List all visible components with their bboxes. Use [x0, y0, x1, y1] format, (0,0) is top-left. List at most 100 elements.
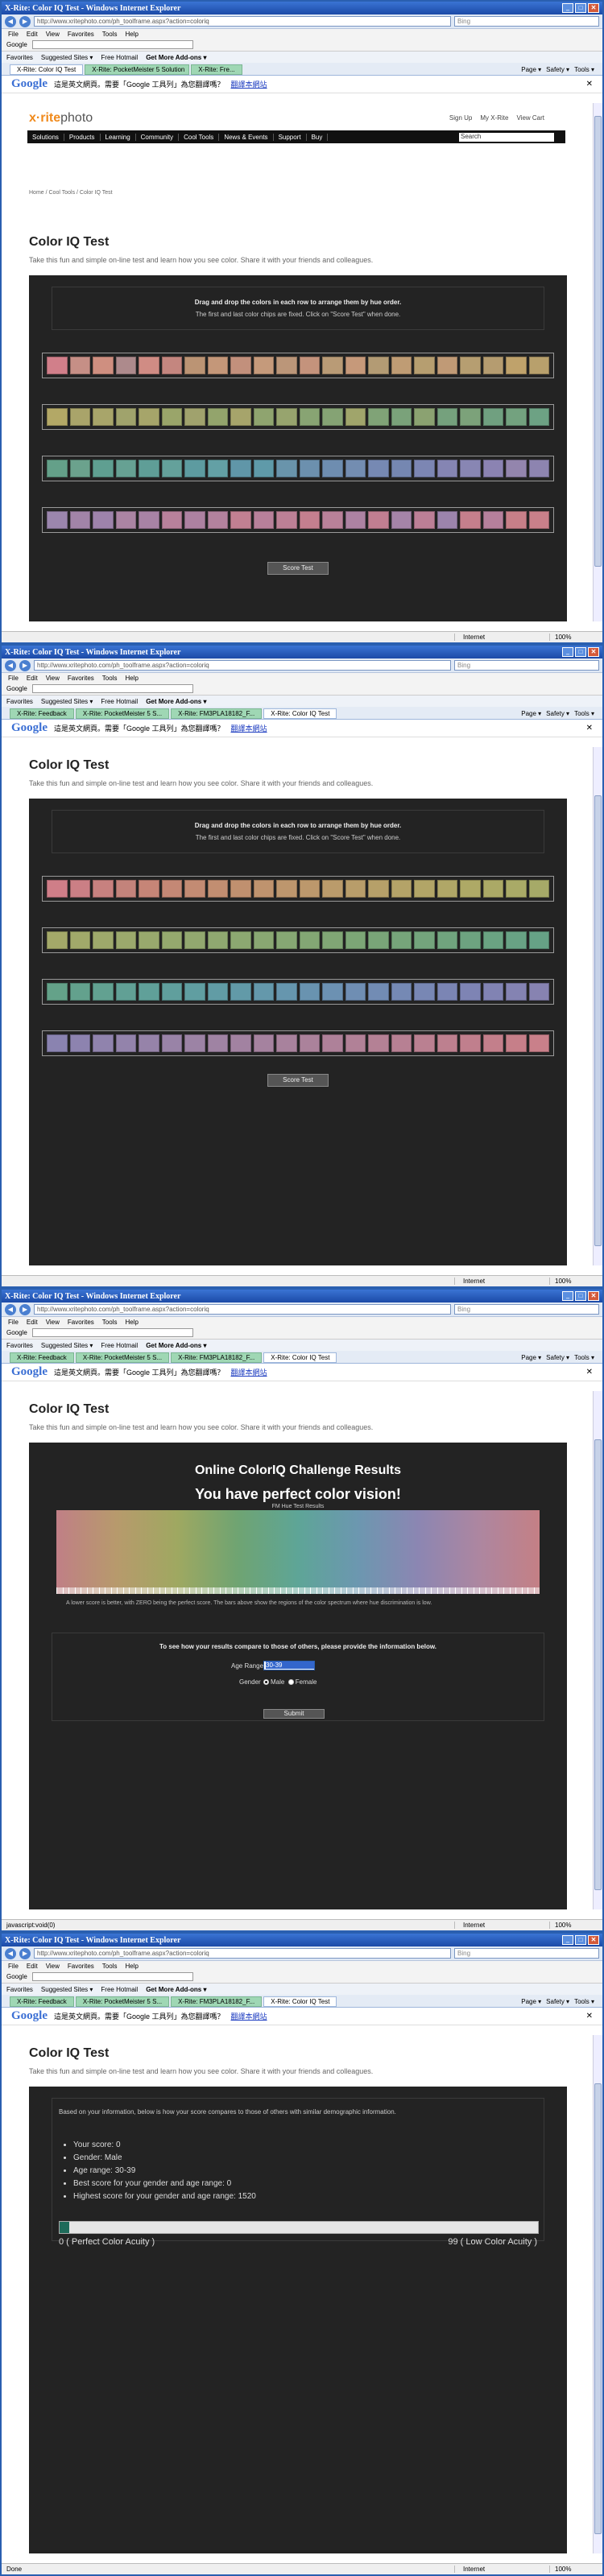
color-chip[interactable] [276, 460, 297, 477]
color-chip[interactable] [322, 931, 343, 949]
color-chip[interactable] [276, 357, 297, 374]
color-chip[interactable] [436, 460, 457, 477]
color-chip[interactable] [207, 357, 228, 374]
color-chip[interactable] [253, 983, 274, 1001]
forward-icon[interactable]: ▶ [19, 15, 31, 27]
favorites-button[interactable]: Favorites [6, 1342, 33, 1349]
color-chip[interactable] [506, 511, 527, 529]
favorites-button[interactable]: Favorites [6, 698, 33, 705]
color-chip[interactable] [436, 511, 457, 529]
color-chip[interactable] [139, 357, 159, 374]
close-icon[interactable]: ✕ [586, 724, 593, 733]
color-chip[interactable] [69, 983, 90, 1001]
color-chip[interactable] [460, 1034, 481, 1052]
menu-tools[interactable]: Tools [102, 1963, 118, 1970]
color-chip[interactable] [69, 931, 90, 949]
color-chip[interactable] [69, 1034, 90, 1052]
color-chip[interactable] [253, 931, 274, 949]
menu-edit[interactable]: Edit [27, 1319, 38, 1326]
close-button[interactable]: ✕ [588, 647, 599, 657]
menu-edit[interactable]: Edit [27, 675, 38, 682]
color-chip[interactable] [299, 357, 320, 374]
tab-pocketmeister[interactable]: X-Rite: PocketMeister 5 S... [75, 1996, 170, 2007]
google-search-input[interactable] [31, 1328, 193, 1337]
score-test-button[interactable]: Score Test [267, 562, 329, 575]
scroll-thumb[interactable] [594, 116, 602, 567]
color-chip[interactable] [230, 880, 251, 898]
tools-menu[interactable]: Tools ▾ [574, 66, 594, 73]
color-chip[interactable] [506, 1034, 527, 1052]
color-chip[interactable] [414, 460, 435, 477]
color-chip[interactable] [299, 983, 320, 1001]
color-chip[interactable] [230, 1034, 251, 1052]
color-chip[interactable] [115, 1034, 136, 1052]
color-chip[interactable] [299, 511, 320, 529]
xrite-logo[interactable]: x·ritephoto [29, 111, 93, 126]
page-menu[interactable]: Page ▾ [521, 66, 541, 73]
tab-pocketmeister[interactable]: X-Rite: PocketMeister 5 Solution [85, 64, 190, 75]
color-chip[interactable] [161, 931, 182, 949]
menu-favorites[interactable]: Favorites [68, 31, 94, 38]
search-input[interactable]: Bing [454, 660, 599, 671]
color-chip[interactable] [345, 983, 366, 1001]
color-chip[interactable] [161, 1034, 182, 1052]
maximize-button[interactable]: □ [575, 1291, 586, 1301]
color-chip[interactable] [161, 880, 182, 898]
color-chip[interactable] [460, 357, 481, 374]
score-test-button[interactable]: Score Test [267, 1074, 329, 1087]
color-chip[interactable] [368, 880, 389, 898]
close-icon[interactable]: ✕ [586, 1368, 593, 1377]
color-chip[interactable] [161, 357, 182, 374]
color-chip[interactable] [368, 357, 389, 374]
zoom-level[interactable]: 100% [549, 1922, 598, 1929]
color-chip[interactable] [391, 880, 412, 898]
suggested-sites[interactable]: Suggested Sites ▾ [41, 698, 93, 705]
color-chip[interactable] [368, 931, 389, 949]
color-chip[interactable] [230, 511, 251, 529]
menu-view[interactable]: View [46, 31, 60, 38]
gender-female-radio[interactable] [288, 1679, 294, 1686]
color-chip[interactable] [322, 357, 343, 374]
color-chip[interactable] [93, 880, 114, 898]
tab-feedback[interactable]: X-Rite: Feedback [10, 1352, 74, 1363]
close-button[interactable]: ✕ [588, 3, 599, 13]
color-chip[interactable] [93, 1034, 114, 1052]
color-chip[interactable] [184, 931, 205, 949]
vertical-scrollbar[interactable] [593, 103, 602, 621]
color-chip[interactable] [299, 1034, 320, 1052]
color-chip[interactable] [93, 931, 114, 949]
color-chip[interactable] [414, 931, 435, 949]
age-range-select[interactable]: 30-39 [263, 1661, 315, 1670]
url-input[interactable]: http://www.xritephoto.com/ph_toolframe.a… [34, 1948, 451, 1959]
view-cart-link[interactable]: View Cart [516, 114, 544, 122]
url-input[interactable]: http://www.xritephoto.com/ph_toolframe.a… [34, 16, 451, 27]
menu-edit[interactable]: Edit [27, 31, 38, 38]
close-icon[interactable]: ✕ [586, 80, 593, 89]
menu-help[interactable]: Help [125, 31, 138, 38]
color-chip[interactable] [253, 511, 274, 529]
suggested-sites[interactable]: Suggested Sites ▾ [41, 1986, 93, 1993]
color-chip[interactable] [253, 880, 274, 898]
color-chip[interactable] [391, 983, 412, 1001]
color-chip[interactable] [299, 880, 320, 898]
color-chip[interactable] [482, 511, 503, 529]
color-chip[interactable] [93, 983, 114, 1001]
tools-menu[interactable]: Tools ▾ [574, 1354, 594, 1361]
color-chip[interactable] [506, 408, 527, 426]
tab-fm3[interactable]: X-Rite: FM3PLA18182_F... [171, 708, 263, 719]
color-chip[interactable] [207, 460, 228, 477]
color-chip[interactable] [482, 880, 503, 898]
forward-icon[interactable]: ▶ [19, 1947, 31, 1959]
color-chip[interactable] [69, 460, 90, 477]
color-chip[interactable] [391, 511, 412, 529]
color-chip[interactable] [345, 408, 366, 426]
color-chip[interactable] [482, 408, 503, 426]
translate-link[interactable]: 翻譯本網站 [231, 1367, 267, 1377]
color-chip[interactable] [115, 460, 136, 477]
color-chip[interactable] [276, 1034, 297, 1052]
google-search-input[interactable] [31, 684, 193, 693]
page-menu[interactable]: Page ▾ [521, 710, 541, 717]
color-chip[interactable] [482, 460, 503, 477]
color-chip[interactable] [276, 408, 297, 426]
menu-file[interactable]: File [8, 1963, 19, 1970]
